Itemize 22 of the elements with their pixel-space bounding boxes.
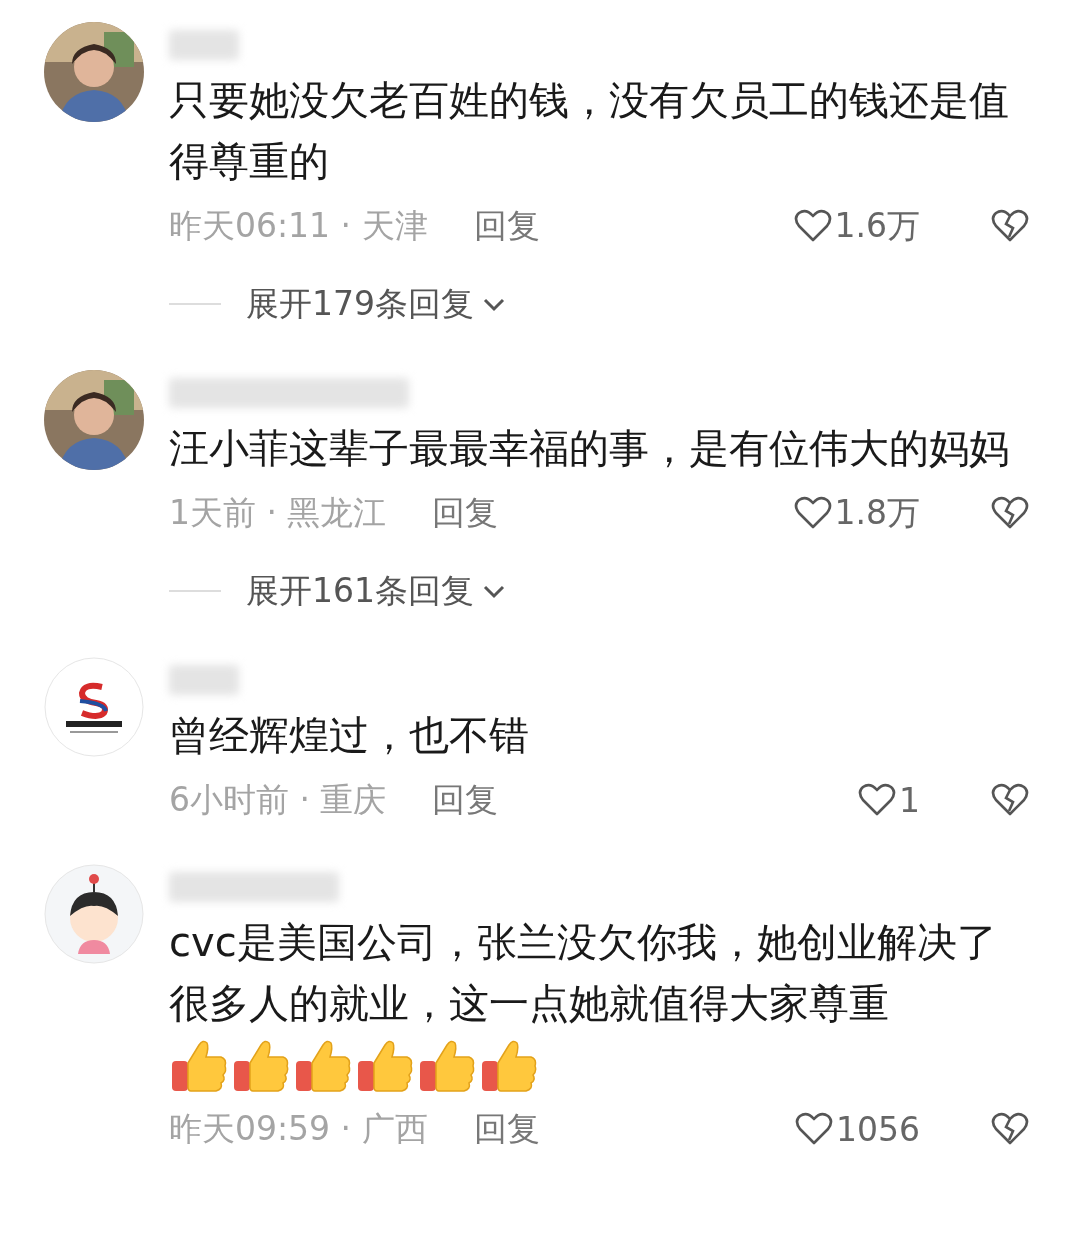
comment-meta: 1天前 · 黑龙江: [169, 491, 387, 534]
expand-replies-link[interactable]: 展开161条回复: [246, 568, 508, 614]
like-count: 1: [899, 780, 920, 820]
like-count: 1.6万: [834, 204, 920, 247]
reply-link[interactable]: 回复: [432, 490, 499, 536]
comment-text: 汪小菲这辈子最最幸福的事，是有位伟大的妈妈: [169, 424, 1010, 473]
like-count: 1.8万: [834, 491, 920, 534]
comment-meta: 6小时前 · 重庆: [169, 778, 387, 821]
expand-replies-link[interactable]: 展开179条回复: [246, 281, 508, 327]
reply-link[interactable]: 回复: [432, 777, 499, 823]
comment-meta: 昨天06:11 · 天津: [169, 204, 428, 247]
comment-text: cvc是美国公司，张兰没欠你我，她创业解决了很多人的就业，这一点她就值得大家尊重: [169, 918, 998, 1028]
avatar-icon: [44, 864, 144, 964]
blurred-username: [169, 665, 239, 695]
reply-link[interactable]: 回复: [473, 1106, 540, 1152]
comment-text: 只要她没欠老百姓的钱，没有欠员工的钱还是值得尊重的: [169, 76, 1010, 186]
comment-text: 曾经辉煌过，也不错: [169, 711, 530, 760]
logo-icon: [44, 657, 144, 757]
comment-meta: 昨天09:59 · 广西: [169, 1107, 428, 1150]
like-count: 1056: [836, 1109, 920, 1149]
reply-link[interactable]: 回复: [473, 203, 540, 249]
blurred-username: [169, 30, 239, 60]
